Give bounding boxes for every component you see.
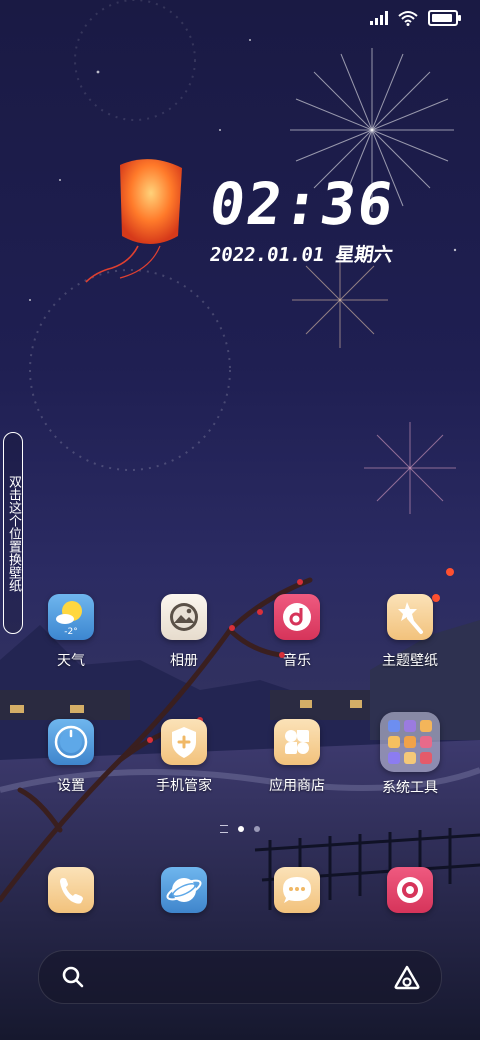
dock-browser[interactable] bbox=[134, 867, 234, 913]
app-label: 系统工具 bbox=[382, 780, 438, 796]
weather-icon: -2° bbox=[48, 594, 94, 640]
app-gallery[interactable]: 相册 bbox=[134, 594, 234, 670]
shield-icon bbox=[161, 719, 207, 765]
clock-time[interactable]: 02:36 bbox=[205, 170, 399, 238]
camera-icon bbox=[387, 867, 433, 913]
app-weather[interactable]: -2° 天气 bbox=[21, 594, 121, 670]
wifi-icon bbox=[398, 11, 418, 26]
dock-messages[interactable] bbox=[247, 867, 347, 913]
page-indicator[interactable] bbox=[0, 825, 480, 833]
themes-icon bbox=[387, 594, 433, 640]
app-settings[interactable]: 设置 bbox=[21, 719, 121, 795]
weather-temp: -2° bbox=[64, 627, 77, 637]
search-icon[interactable] bbox=[61, 965, 85, 989]
messages-icon bbox=[274, 867, 320, 913]
music-icon bbox=[274, 594, 320, 640]
status-bar bbox=[370, 10, 461, 26]
phone-icon bbox=[48, 867, 94, 913]
browser-icon bbox=[161, 867, 207, 913]
app-security[interactable]: 手机管家 bbox=[134, 719, 234, 795]
page-dot-active bbox=[238, 826, 244, 832]
app-label: 设置 bbox=[57, 778, 85, 794]
dock-phone[interactable] bbox=[21, 867, 121, 913]
app-appstore[interactable]: 应用商店 bbox=[247, 719, 347, 795]
search-bar[interactable] bbox=[38, 950, 442, 1004]
appstore-icon bbox=[274, 719, 320, 765]
app-label: 应用商店 bbox=[269, 778, 325, 794]
folder-icon bbox=[380, 712, 440, 772]
app-label: 音乐 bbox=[283, 653, 311, 669]
change-wallpaper-hint[interactable]: 双击这个位置换壁纸 bbox=[3, 432, 23, 634]
settings-icon bbox=[48, 719, 94, 765]
app-label: 主题壁纸 bbox=[382, 653, 438, 669]
dock-camera[interactable] bbox=[360, 867, 460, 913]
app-themes[interactable]: 主题壁纸 bbox=[360, 594, 460, 670]
gallery-icon bbox=[161, 594, 207, 640]
battery-icon bbox=[428, 10, 461, 26]
app-label: 相册 bbox=[170, 653, 198, 669]
home-screen: 02:36 2022.01.01 星期六 双击这个位置换壁纸 -2° 天气 相册 bbox=[0, 0, 480, 1040]
assistant-icon[interactable] bbox=[393, 964, 421, 990]
app-music[interactable]: 音乐 bbox=[247, 594, 347, 670]
page-list-icon bbox=[220, 825, 228, 833]
app-label: 手机管家 bbox=[156, 778, 212, 794]
clock-date[interactable]: 2022.01.01 星期六 bbox=[208, 240, 395, 267]
app-label: 天气 bbox=[57, 653, 85, 669]
page-dot bbox=[254, 826, 260, 832]
signal-icon bbox=[370, 11, 388, 25]
folder-systools[interactable]: 系统工具 bbox=[360, 712, 460, 797]
